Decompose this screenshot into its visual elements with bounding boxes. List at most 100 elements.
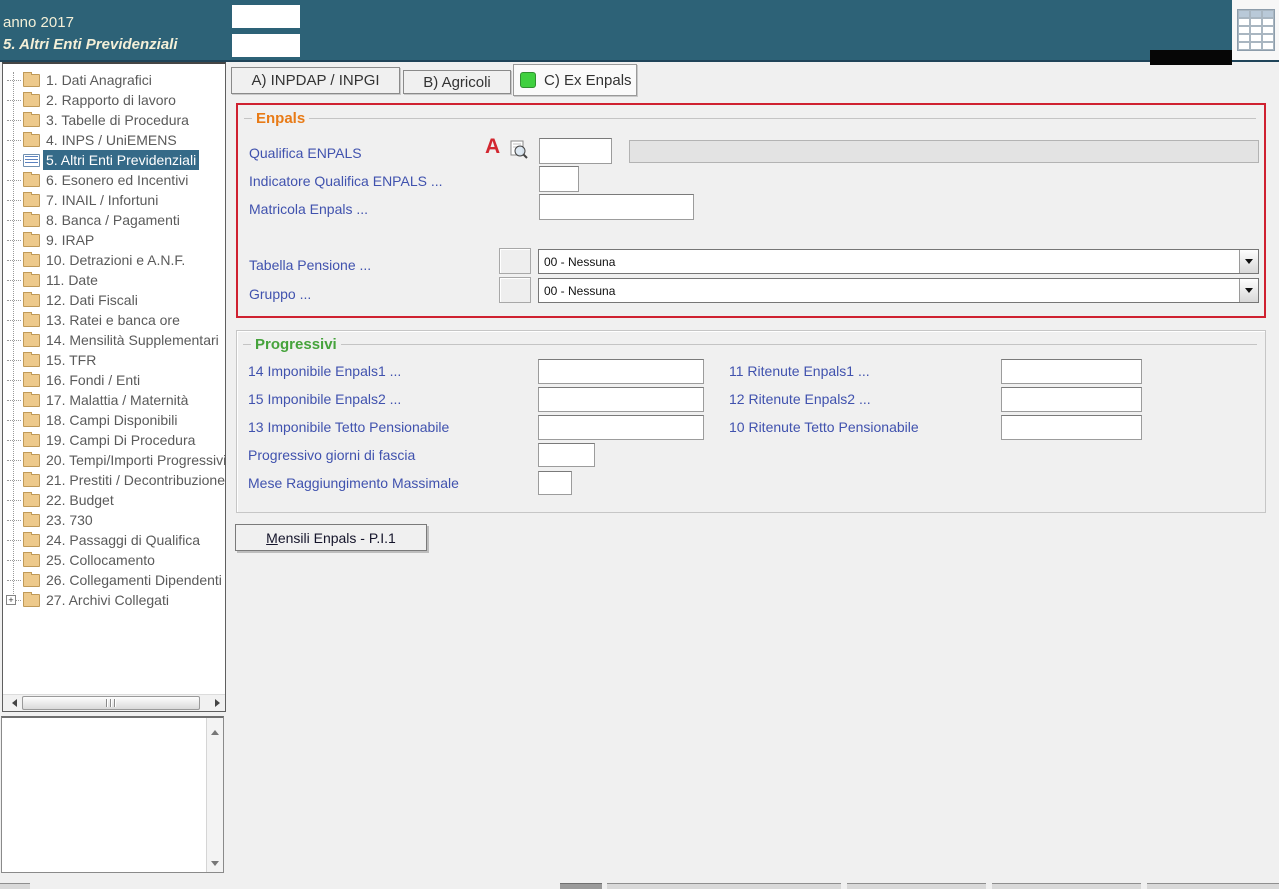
folder-icon [23,194,40,207]
folder-icon [23,294,40,307]
tree-connector [7,440,21,441]
gruppo-dropdown[interactable]: 00 - Nessuna [538,278,1259,303]
enpals-group: Enpals Qualifica ENPALS A Indicatore Qua… [236,103,1266,318]
dropdown-arrow-icon[interactable] [1239,279,1258,302]
dropdown-arrow-icon[interactable] [1239,250,1258,273]
tree-connector [7,260,21,261]
ritenute-tetto-input[interactable] [1001,415,1142,440]
ritenute-enpals2-input[interactable] [1001,387,1142,412]
notes-box[interactable] [1,716,224,873]
tree-item-label: 4. INPS / UniEMENS [43,130,180,150]
tree-item-label: 23. 730 [43,510,96,530]
tree-connector [7,240,21,241]
folder-icon [23,74,40,87]
ritenute-enpals1-input[interactable] [1001,359,1142,384]
header-field-1[interactable] [232,5,300,28]
tree-item[interactable]: + 3. Tabelle di Procedura [3,110,225,130]
tree-item[interactable]: + 2. Rapporto di lavoro [3,90,225,110]
header-field-2[interactable] [232,34,300,57]
tree-item[interactable]: + 25. Collocamento [3,550,225,570]
imponibile-enpals2-input[interactable] [538,387,704,412]
folder-icon [23,234,40,247]
tree-item[interactable]: + 11. Date [3,270,225,290]
tree-item-label: 22. Budget [43,490,117,510]
tree-item[interactable]: + 27. Archivi Collegati [3,590,225,610]
tree-item[interactable]: + 24. Passaggi di Qualifica [3,530,225,550]
mensili-enpals-button-label: Mensili Enpals - P.I.1 [236,530,426,546]
tree-item-label: 15. TFR [43,350,99,370]
imponibile-tetto-input[interactable] [538,415,704,440]
folder-icon [23,494,40,507]
tree-item[interactable]: + 26. Collegamenti Dipendenti [3,570,225,590]
tree-item-label: 6. Esonero ed Incentivi [43,170,191,190]
scroll-down-arrow[interactable] [207,853,224,870]
tree-item[interactable]: + 15. TFR [3,350,225,370]
qualifica-enpals-input[interactable] [539,138,612,164]
imponibile-enpals1-input[interactable] [538,359,704,384]
tabella-pensione-dropdown[interactable]: 00 - Nessuna [538,249,1259,274]
tab-agricoli[interactable]: B) Agricoli [403,70,511,94]
notes-vertical-scrollbar[interactable] [206,718,223,872]
tree-item[interactable]: + 21. Prestiti / Decontribuzione [3,470,225,490]
tree-item[interactable]: + 13. Ratei e banca ore [3,310,225,330]
tree-connector [7,420,21,421]
progressivo-giorni-input[interactable] [538,443,595,467]
tree-item[interactable]: + 10. Detrazioni e A.N.F. [3,250,225,270]
tree-item-label: 3. Tabelle di Procedura [43,110,192,130]
tree-item[interactable]: + 5. Altri Enti Previdenziali [3,150,225,170]
tab-label: C) Ex Enpals [544,72,632,89]
qualifica-enpals-label: Qualifica ENPALS [249,145,362,161]
mese-raggiungimento-label: Mese Raggiungimento Massimale [248,475,459,491]
tree-item[interactable]: + 4. INPS / UniEMENS [3,130,225,150]
tree-item[interactable]: + 18. Campi Disponibili [3,410,225,430]
folder-icon [23,394,40,407]
tree-connector [7,340,21,341]
imponibile-enpals2-label: 15 Imponibile Enpals2 ... [248,391,401,407]
tree-item[interactable]: + 6. Esonero ed Incentivi [3,170,225,190]
marker-a: A [485,135,500,159]
table-icon[interactable] [1237,9,1275,51]
matricola-enpals-input[interactable] [539,194,694,220]
imponibile-enpals1-label: 14 Imponibile Enpals1 ... [248,363,401,379]
tree-item[interactable]: + 14. Mensilità Supplementari [3,330,225,350]
ritenute-tetto-label: 10 Ritenute Tetto Pensionabile [729,419,919,435]
tabella-pensione-code-field [499,248,531,274]
scroll-thumb[interactable] [22,696,200,710]
tree-item[interactable]: + 20. Tempi/Importi Progressivi [3,450,225,470]
folder-icon [23,354,40,367]
folder-icon [23,314,40,327]
tree-item[interactable]: + 1. Dati Anagrafici [3,70,225,90]
tree-horizontal-scrollbar[interactable] [3,694,225,711]
tab-ex-enpals[interactable]: C) Ex Enpals [513,64,637,96]
tree-connector [7,220,21,221]
indicatore-qualifica-input[interactable] [539,166,579,192]
mese-raggiungimento-input[interactable] [538,471,572,495]
mensili-enpals-button[interactable]: Mensili Enpals - P.I.1 [235,524,427,551]
tree-connector [7,400,21,401]
tree-connector [7,500,21,501]
lookup-magnifier-button[interactable] [509,140,529,160]
tree-item[interactable]: + 12. Dati Fiscali [3,290,225,310]
tree-item[interactable]: + 23. 730 [3,510,225,530]
tab-inpdap-inpgi[interactable]: A) INPDAP / INPGI [231,67,400,94]
scroll-up-arrow[interactable] [207,720,224,737]
tree-connector [7,160,21,161]
tree-item[interactable]: + 16. Fondi / Enti [3,370,225,390]
tree-item[interactable]: + 9. IRAP [3,230,225,250]
tree-item-label: 2. Rapporto di lavoro [43,90,179,110]
folder-icon [23,134,40,147]
expand-icon[interactable]: + [6,595,16,605]
tree-item[interactable]: + 19. Campi Di Procedura [3,430,225,450]
tree-item[interactable]: + 17. Malattia / Maternità [3,390,225,410]
folder-icon [23,534,40,547]
tree-item[interactable]: + 8. Banca / Pagamenti [3,210,225,230]
scroll-right-arrow[interactable] [208,695,225,712]
tree-item-label: 10. Detrazioni e A.N.F. [43,250,188,270]
folder-icon [23,94,40,107]
tree-item[interactable]: + 22. Budget [3,490,225,510]
tree-item[interactable]: + 7. INAIL / Infortuni [3,190,225,210]
scroll-left-arrow[interactable] [3,695,20,712]
year-label: anno 2017 [3,14,74,31]
gruppo-label: Gruppo ... [249,286,311,302]
indicatore-qualifica-label: Indicatore Qualifica ENPALS ... [249,173,443,189]
